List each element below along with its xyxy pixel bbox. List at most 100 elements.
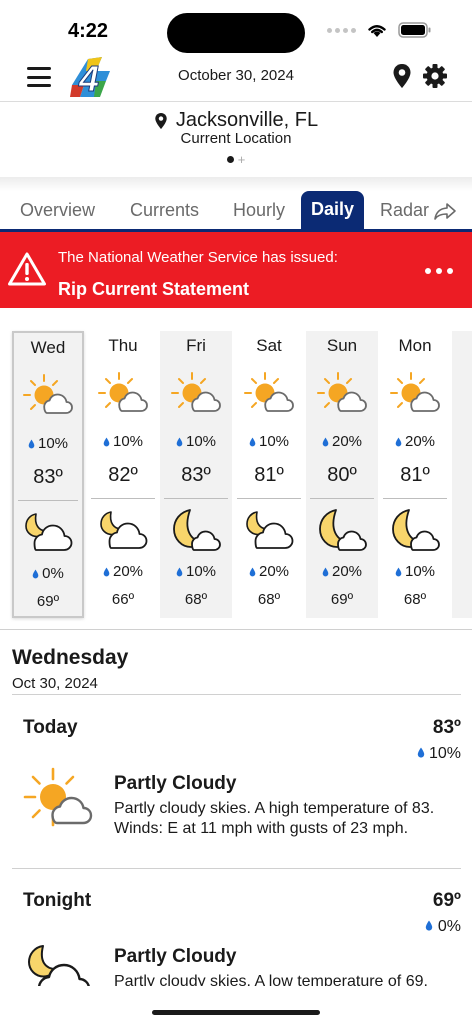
day-precip: 10% — [87, 433, 159, 450]
weather-alert-banner[interactable]: The National Weather Service has issued:… — [0, 232, 472, 308]
low-temp: 69º — [330, 591, 354, 608]
night-precip-value: 20% — [331, 563, 363, 580]
period-condition: Partly Cloudy — [114, 773, 237, 794]
status-time: 4:22 — [68, 20, 109, 42]
moon-cloud-icon — [97, 506, 149, 559]
page-dot-active — [226, 156, 234, 163]
day-precip-value: 20% — [331, 433, 363, 450]
period-precip: 10% — [417, 745, 461, 763]
dynamic-island — [167, 13, 305, 53]
location-page-indicator[interactable]: + — [0, 153, 472, 166]
period-precip-value: 10% — [428, 745, 461, 762]
moon-cloud-icon — [243, 506, 295, 559]
sun-cloud-icon — [316, 371, 368, 424]
location-pin-icon[interactable] — [392, 63, 412, 89]
detail-day-name: Wednesday — [12, 646, 129, 669]
raindrop-icon — [417, 747, 424, 758]
add-location-icon[interactable]: + — [238, 153, 246, 166]
low-temp: 69º — [36, 593, 60, 610]
warning-icon — [8, 252, 46, 286]
day-column-mon[interactable]: Mon 20% 81º 10% 68º — [379, 331, 451, 618]
day-precip: 10% — [233, 433, 305, 450]
location-name: Jacksonville, FL — [175, 109, 319, 131]
tab-radar[interactable]: Radar — [380, 200, 457, 221]
high-temp: 81º — [254, 464, 284, 486]
tab-daily[interactable]: Daily — [301, 191, 365, 229]
day-column-thu[interactable]: Thu 10% 82º 20% 66º — [87, 331, 159, 618]
tab-currents[interactable]: Currents — [130, 200, 199, 221]
bottom-safe-area — [0, 986, 472, 1024]
night-precip: 20% — [87, 563, 159, 580]
day-precip: 20% — [306, 433, 378, 450]
crescent-cloud-icon — [316, 506, 368, 559]
tab-overview[interactable]: Overview — [20, 200, 95, 221]
day-column-wed[interactable]: Wed 10% 83º 0% 69º — [12, 331, 84, 618]
night-precip-value: 20% — [112, 563, 144, 580]
period-name: Tonight — [23, 890, 92, 911]
detail-divider — [12, 694, 461, 695]
period-condition: Partly Cloudy — [114, 946, 237, 967]
raindrop-icon — [28, 439, 35, 449]
day-name: Thu — [108, 336, 138, 355]
day-night-divider — [18, 500, 78, 501]
day-name: Sun — [326, 336, 358, 355]
location-selector[interactable]: Jacksonville, FL Current Location + — [0, 101, 472, 177]
day-precip-value: 10% — [112, 433, 144, 450]
high-temp: 83º — [181, 464, 211, 486]
daily-forecast-strip[interactable]: Wed 10% 83º 0% 69º Thu 10% 82º 20% 66º F… — [12, 331, 472, 618]
crescent-cloud-icon — [170, 506, 222, 559]
tab-hourly[interactable]: Hourly — [233, 200, 285, 221]
high-temp: 82º — [108, 464, 138, 486]
day-name: Wed — [30, 338, 66, 357]
day-column-fri[interactable]: Fri 10% 83º 10% 68º — [160, 331, 232, 618]
more-options-icon[interactable] — [425, 268, 453, 274]
home-indicator[interactable] — [152, 1010, 320, 1015]
raindrop-icon — [103, 567, 110, 577]
day-name: Sat — [256, 336, 282, 355]
day-precip-value: 20% — [404, 433, 436, 450]
period-name: Today — [23, 717, 78, 738]
period-temp: 83º — [432, 717, 461, 738]
night-precip-value: 10% — [185, 563, 217, 580]
raindrop-icon — [176, 567, 183, 577]
day-precip-value: 10% — [258, 433, 290, 450]
sun-cloud-icon — [22, 373, 74, 426]
day-night-divider — [383, 498, 447, 499]
night-precip: 10% — [160, 563, 232, 580]
day-precip: 20% — [379, 433, 451, 450]
header-shadow — [0, 177, 472, 191]
day-column-sat[interactable]: Sat 10% 81º 20% 68º — [233, 331, 305, 618]
day-column-sun[interactable]: Sun 20% 80º 20% 69º — [306, 331, 378, 618]
period-temp: 69º — [432, 890, 461, 911]
period-today: Today 83º 10% Partly Cloudy Partly cloud… — [23, 717, 461, 867]
app-header: 4 October 30, 2024 — [0, 55, 472, 103]
high-temp: 83º — [33, 466, 63, 488]
day-night-divider — [164, 498, 228, 499]
raindrop-icon — [395, 437, 402, 447]
high-temp: 80º — [327, 464, 357, 486]
cellular-signal-icon — [327, 27, 356, 33]
location-subtitle: Current Location — [180, 130, 292, 147]
low-temp: 68º — [257, 591, 281, 608]
share-arrow-icon — [434, 202, 456, 220]
raindrop-icon — [395, 567, 402, 577]
night-precip: 10% — [379, 563, 451, 580]
detail-date: Oct 30, 2024 — [12, 675, 98, 692]
sun-cloud-icon — [23, 767, 93, 827]
night-precip-value: 20% — [258, 563, 290, 580]
day-night-divider — [310, 498, 374, 499]
next-day-column-peek[interactable] — [452, 331, 472, 618]
night-precip-value: 10% — [404, 563, 436, 580]
night-precip: 20% — [233, 563, 305, 580]
day-night-divider — [91, 498, 155, 499]
battery-icon — [398, 22, 431, 38]
raindrop-icon — [176, 437, 183, 447]
day-precip-value: 10% — [37, 435, 69, 452]
gear-icon[interactable] — [422, 63, 448, 89]
period-description: Partly cloudy skies. A high temperature … — [114, 800, 435, 837]
low-temp: 66º — [111, 591, 135, 608]
raindrop-icon — [322, 567, 329, 577]
alert-issuer-text: The National Weather Service has issued: — [58, 249, 338, 266]
day-precip: 10% — [160, 433, 232, 450]
low-temp: 68º — [184, 591, 208, 608]
